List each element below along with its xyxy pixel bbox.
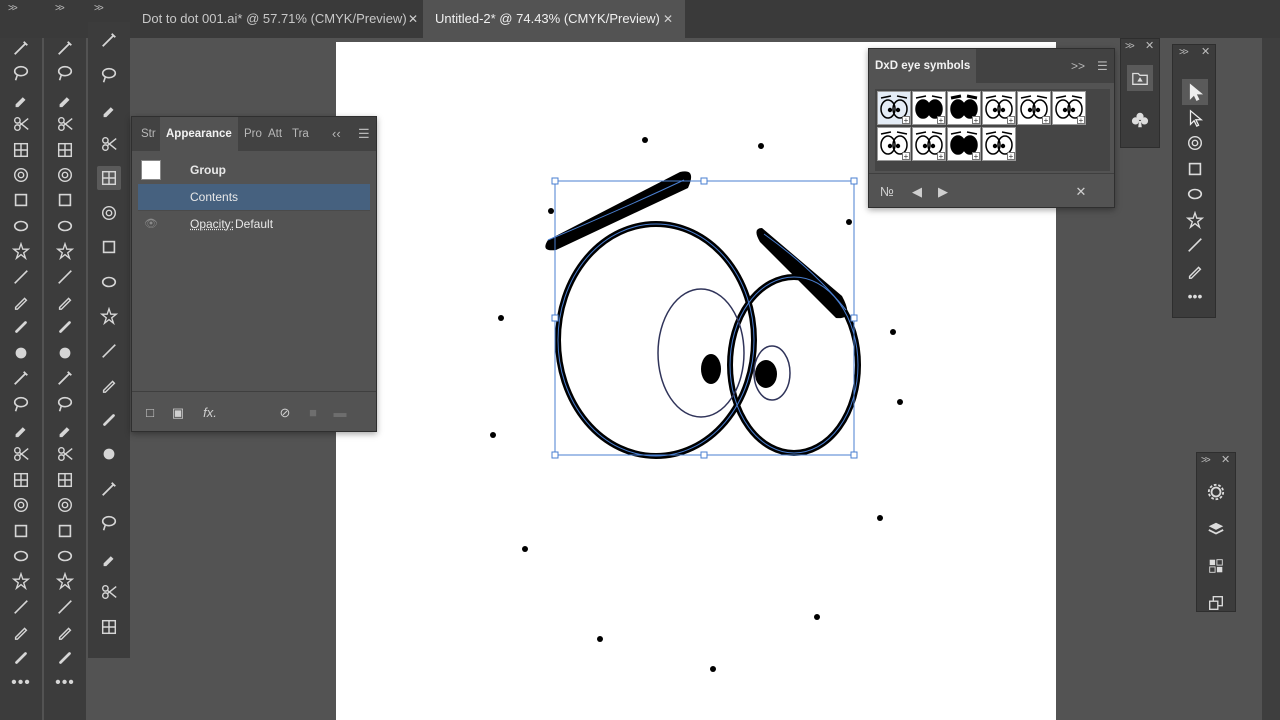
group-label: Group [190, 163, 226, 177]
add-symbol-icon: + [1077, 116, 1085, 125]
symbol-thumbnail[interactable]: + [1017, 91, 1051, 125]
symbols-panel-tabs: DxD eye symbols >> ☰ [869, 49, 1114, 83]
selection-arrow-icon[interactable] [1182, 79, 1208, 105]
symbol-library-dock: >> ✕ [1120, 38, 1160, 148]
symbol-thumbnail[interactable]: + [982, 127, 1016, 161]
tab-dxd-eye-symbols[interactable]: DxD eye symbols [869, 49, 977, 83]
swap-colors-icon[interactable] [1182, 207, 1208, 233]
eyes-group[interactable] [545, 171, 861, 459]
artboard-nav-icon[interactable] [1203, 590, 1229, 616]
direct-selection-icon[interactable] [1182, 105, 1208, 131]
eye-icon[interactable]: 👁 [144, 211, 158, 237]
symbol-library-icon[interactable] [1127, 65, 1153, 91]
close-icon[interactable]: ✕ [1221, 453, 1230, 466]
symbol-thumbnail[interactable]: + [877, 91, 911, 125]
symbol-library-menu-icon[interactable]: № [879, 184, 895, 200]
appearance-row-contents[interactable]: Contents [138, 184, 370, 210]
add-symbol-icon: + [937, 116, 945, 125]
add-symbol-icon: + [1007, 152, 1015, 161]
clear-appearance-icon[interactable]: ⊘ [277, 405, 293, 421]
lasso-alt-icon[interactable] [1182, 156, 1208, 182]
close-icon[interactable]: ✕ [1145, 39, 1154, 52]
appearance-panel-tabs: Str Appearance Pro Att Tra ‹‹ ☰ [132, 117, 376, 151]
appearance-row-group[interactable]: Group [138, 157, 370, 183]
appearance-panel-footer: □ ▣ fx. ⊘ ■ ▬ [132, 391, 376, 431]
symbol-thumbnail[interactable]: + [877, 127, 911, 161]
group-thumbnail [141, 160, 161, 180]
tab-transparency[interactable]: Tra [292, 117, 309, 151]
add-symbol-icon: + [1007, 116, 1015, 125]
symbol-thumbnail[interactable]: + [947, 127, 981, 161]
add-fill-icon[interactable]: ▣ [170, 405, 186, 421]
tab-attributes[interactable]: Att [268, 117, 282, 151]
next-library-icon[interactable]: ▶ [935, 184, 951, 200]
delete-item-icon: ▬ [333, 405, 347, 420]
tab-appearance[interactable]: Appearance [160, 117, 238, 151]
add-symbol-icon: + [902, 116, 910, 125]
symbols-panel: DxD eye symbols >> ☰ + + + + + + + + + + № ◀ ▶ ✕ [868, 48, 1115, 208]
club-icon[interactable] [1127, 107, 1153, 133]
illustrator-window: >> >> >> Dot to dot 001.ai* @ 57.71% (CM… [0, 0, 1280, 720]
add-stroke-icon[interactable]: □ [142, 405, 158, 421]
symbol-thumbnail[interactable]: + [982, 91, 1016, 125]
close-icon[interactable]: ✕ [1201, 45, 1210, 58]
symbols-panel-footer: № ◀ ▶ ✕ [869, 173, 1114, 207]
symbol-thumbnail[interactable]: + [947, 91, 981, 125]
add-anchor-icon[interactable] [1182, 130, 1208, 156]
symbol-thumbnail[interactable]: + [1052, 91, 1086, 125]
dot-to-dot-points [490, 137, 903, 672]
add-symbol-icon: + [937, 152, 945, 161]
previous-library-icon[interactable]: ◀ [909, 184, 925, 200]
right-scrollbar[interactable] [1262, 38, 1280, 720]
color-mode-icon[interactable] [1182, 258, 1208, 284]
expand-dock-icon[interactable]: >> [1179, 47, 1189, 58]
gear-icon[interactable] [1203, 479, 1229, 505]
panels-dock: >> ✕ [1196, 452, 1236, 612]
duplicate-item-icon: ■ [309, 405, 317, 420]
panel-menu-icon[interactable]: ☰ [1097, 49, 1108, 83]
expand-dock-icon[interactable]: >> [1125, 41, 1135, 52]
tab-properties[interactable]: Pro [244, 117, 262, 151]
symbol-thumbnail[interactable]: + [912, 91, 946, 125]
opacity-label[interactable]: Opacity: [190, 211, 234, 237]
collapse-panel-icon[interactable]: ‹‹ [332, 117, 341, 151]
pencil-alt-icon[interactable] [1182, 181, 1208, 207]
symbol-grid: + + + + + + + + + + [875, 89, 1110, 171]
add-symbol-icon: + [902, 152, 910, 161]
more-icon[interactable]: ••• [1182, 283, 1208, 309]
appearance-row-opacity[interactable]: 👁 Opacity: Default [138, 210, 370, 236]
panel-menu-icon[interactable]: ☰ [358, 117, 370, 151]
fx-icon[interactable]: fx. [198, 405, 222, 421]
expand-dock-icon[interactable]: >> [1201, 455, 1211, 466]
contents-label: Contents [190, 190, 239, 204]
symbol-thumbnail[interactable]: + [912, 127, 946, 161]
add-symbol-icon: + [1042, 116, 1050, 125]
swatch-icon[interactable] [1203, 553, 1229, 579]
layers-icon[interactable] [1203, 516, 1229, 542]
expand-panel-icon[interactable]: >> [1071, 49, 1085, 83]
break-link-icon[interactable]: ✕ [1073, 184, 1089, 200]
appearance-panel: Str Appearance Pro Att Tra ‹‹ ☰ Group Co… [131, 116, 377, 432]
right-tools-dock: >> ✕ ••• [1172, 44, 1216, 318]
fill-stroke-icon[interactable] [1182, 232, 1208, 258]
opacity-value: Default [235, 217, 274, 231]
tab-stroke[interactable]: Str [141, 117, 156, 151]
add-symbol-icon: + [972, 152, 980, 161]
add-symbol-icon: + [972, 116, 980, 125]
